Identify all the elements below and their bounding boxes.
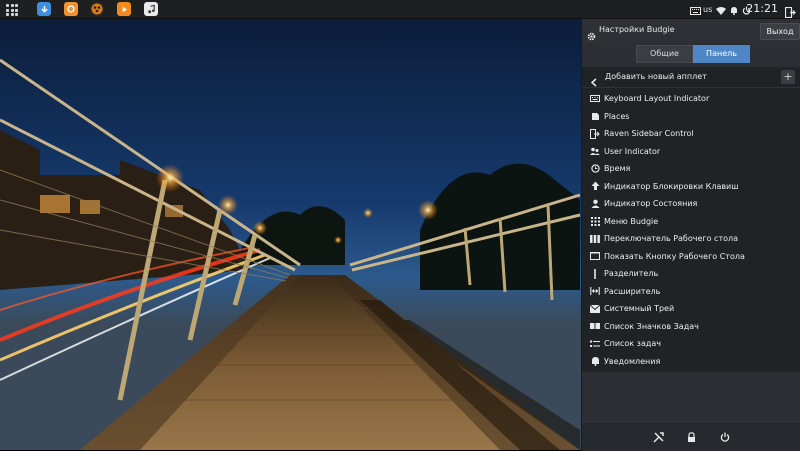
tray-envelope-icon: [590, 304, 600, 314]
spacer-icon: [590, 286, 600, 296]
download-manager-icon[interactable]: [37, 2, 51, 16]
applet-places[interactable]: Places: [582, 108, 800, 126]
applet-label: Разделитель: [604, 269, 659, 279]
folder-icon: [590, 111, 600, 121]
wifi-icon[interactable]: [716, 0, 727, 19]
raven-sidebar: Настройки Budgie Выход Общие Панель Доба…: [581, 19, 800, 451]
applet-lock-keys-indicator[interactable]: Индикатор Блокировки Клавиш: [582, 178, 800, 196]
raven-header: Настройки Budgie Выход: [582, 19, 800, 43]
raven-toggle-icon[interactable]: [784, 3, 796, 22]
tasklist-icon: [590, 339, 600, 349]
applet-keyboard-layout-indicator[interactable]: Keyboard Layout Indicator: [582, 90, 800, 108]
applet-clock[interactable]: Время: [582, 160, 800, 178]
tab-panel[interactable]: Панель: [693, 45, 750, 63]
applet-label: Список задач: [604, 339, 661, 349]
applet-label: Уведомления: [604, 356, 661, 366]
lock-icon[interactable]: [685, 431, 697, 443]
applet-label: Расширитель: [604, 286, 661, 296]
applet-label: Индикатор Блокировки Клавиш: [604, 181, 739, 191]
settings-tools-icon[interactable]: [652, 431, 664, 443]
workspace-switcher-icon: [590, 234, 600, 244]
raven-footer: [582, 421, 800, 451]
applet-list: Keyboard Layout Indicator Places Raven S…: [582, 90, 800, 370]
show-desktop-icon: [590, 251, 600, 261]
applet-label: Меню Budgie: [604, 216, 659, 226]
exit-button[interactable]: Выход: [760, 23, 800, 40]
applet-raven-sidebar-control[interactable]: Raven Sidebar Control: [582, 125, 800, 143]
notification-bell-icon[interactable]: [730, 0, 738, 19]
add-applet-title: Добавить новый апплет: [605, 72, 707, 81]
add-applet-button[interactable]: +: [781, 70, 795, 84]
system-tray: us: [690, 0, 751, 18]
applet-system-tray[interactable]: Системный Трей: [582, 300, 800, 318]
app-grid-icon[interactable]: [6, 4, 18, 16]
keyboard-layout-label[interactable]: us: [703, 5, 712, 14]
gear-icon: [587, 26, 596, 45]
applet-label: Индикатор Состояния: [604, 199, 698, 209]
applet-label: Raven Sidebar Control: [604, 129, 694, 139]
applet-label: Показать Кнопку Рабочего Стола: [604, 251, 745, 261]
applet-label: User Indicator: [604, 146, 661, 156]
vlc-play-icon[interactable]: [117, 2, 131, 16]
settings-tabs: Общие Панель: [636, 45, 750, 63]
raven-title: Настройки Budgie: [599, 25, 675, 34]
applet-user-indicator[interactable]: User Indicator: [582, 143, 800, 161]
power-icon[interactable]: [719, 431, 731, 443]
keyboard-icon: [590, 94, 600, 104]
bell-icon: [590, 356, 600, 367]
applet-spacer[interactable]: Расширитель: [582, 283, 800, 301]
icon-tasklist-icon: [590, 321, 600, 331]
user-status-icon: [590, 199, 600, 209]
applet-separator[interactable]: Разделитель: [582, 265, 800, 283]
lock-keys-icon: [590, 181, 600, 191]
separator-icon: [590, 268, 600, 279]
applet-label: Время: [604, 164, 631, 174]
applet-show-desktop[interactable]: Показать Кнопку Рабочего Стола: [582, 248, 800, 266]
add-applet-header: Добавить новый апплет +: [582, 67, 800, 88]
firefox-icon[interactable]: [64, 2, 78, 16]
applet-icon-tasklist[interactable]: Список Значков Задач: [582, 318, 800, 336]
menu-grid-icon: [590, 216, 600, 226]
media-player-icon[interactable]: [90, 2, 104, 16]
chevron-left-icon[interactable]: [590, 72, 598, 91]
applet-label: Keyboard Layout Indicator: [604, 94, 710, 104]
keyboard-icon[interactable]: [690, 0, 701, 19]
applet-workspace-switcher[interactable]: Переключатель Рабочего стола: [582, 230, 800, 248]
applet-budgie-menu[interactable]: Меню Budgie: [582, 213, 800, 231]
top-panel: us 21:21: [0, 0, 800, 19]
applet-notifications[interactable]: Уведомления: [582, 353, 800, 371]
users-icon: [590, 146, 600, 156]
applet-panel: Добавить новый апплет + Keyboard Layout …: [582, 67, 800, 372]
applet-tasklist[interactable]: Список задач: [582, 335, 800, 353]
music-note-icon[interactable]: [144, 2, 158, 16]
clock-icon: [590, 164, 600, 174]
applet-label: Список Значков Задач: [604, 321, 699, 331]
clock[interactable]: 21:21: [746, 0, 778, 18]
applet-label: Places: [604, 111, 630, 121]
tab-general[interactable]: Общие: [636, 45, 693, 63]
applet-label: Переключатель Рабочего стола: [604, 234, 739, 244]
sidebar-control-icon: [590, 128, 600, 139]
applet-label: Системный Трей: [604, 304, 675, 314]
applet-status-indicator[interactable]: Индикатор Состояния: [582, 195, 800, 213]
